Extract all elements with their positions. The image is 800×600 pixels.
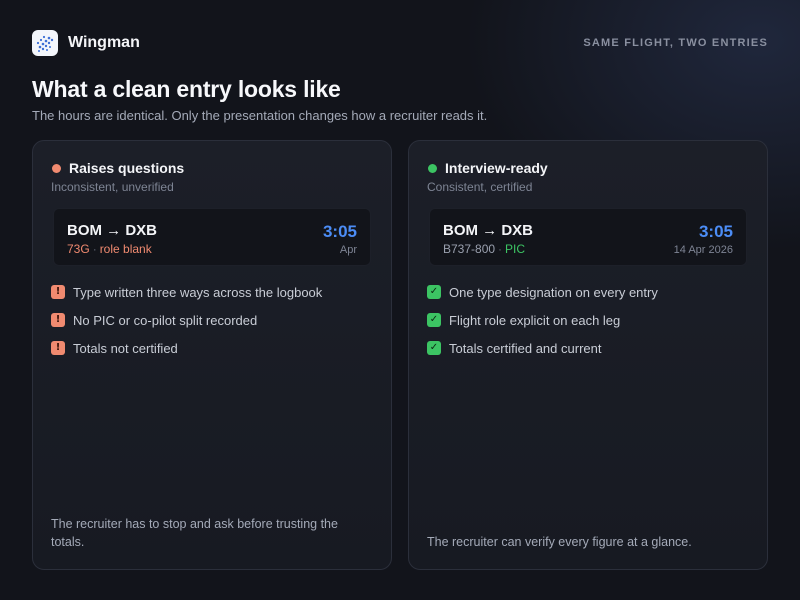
check-icon: ✓ (427, 285, 441, 299)
list-item-text: Totals certified and current (449, 341, 602, 356)
warning-icon: ! (51, 341, 65, 355)
card-title: Raises questions (69, 160, 185, 176)
entry-role: role blank (99, 242, 152, 256)
entry-time: 3:05 (322, 222, 357, 241)
status-dot-icon (428, 164, 437, 173)
header: Wingman SAME FLIGHT, TWO ENTRIES (32, 30, 768, 56)
logbook-entry: BOM → DXB 73G · role blank 3:05 Apr (53, 208, 371, 266)
list-item-text: One type designation on every entry (449, 285, 658, 300)
entry-date: Apr (339, 244, 357, 256)
app-name: Wingman (68, 34, 140, 51)
list-item-text: Totals not certified (73, 341, 178, 356)
list-item-text: Type written three ways across the logbo… (73, 285, 323, 300)
check-icon: ✓ (427, 341, 441, 355)
card-title: Interview-ready (445, 160, 548, 176)
wingman-logo-icon (32, 30, 58, 56)
card-interview-ready: Interview-ready Consistent, certified BO… (408, 140, 768, 570)
status-dot-icon (52, 164, 61, 173)
entry-type: 73G (67, 242, 90, 256)
entry-date: 14 Apr 2026 (673, 244, 733, 256)
list-item-text: No PIC or co-pilot split recorded (73, 313, 258, 328)
header-tagline: SAME FLIGHT, TWO ENTRIES (583, 37, 768, 49)
logbook-entry: BOM → DXB B737-800 · PIC 3:05 14 Apr 2026 (429, 208, 747, 266)
entry-route: BOM → DXB (443, 222, 533, 239)
list-item-text: Flight role explicit on each leg (449, 313, 621, 328)
warning-icon: ! (51, 313, 65, 327)
card-raises-questions: Raises questions Inconsistent, unverifie… (32, 140, 392, 570)
card-subtitle: Consistent, certified (427, 180, 533, 194)
entry-role: PIC (505, 242, 526, 256)
entry-route: BOM → DXB (67, 222, 157, 239)
entry-time: 3:05 (698, 222, 733, 241)
check-icon: ✓ (427, 313, 441, 327)
entry-meta: B737-800 · PIC (443, 242, 526, 256)
entry-type: B737-800 (443, 242, 496, 256)
warning-icon: ! (51, 285, 65, 299)
page-title: What a clean entry looks like (32, 76, 341, 102)
card-note: The recruiter can verify every figure at… (427, 535, 692, 549)
entry-meta: 73G · role blank (67, 242, 152, 256)
card-subtitle: Inconsistent, unverified (51, 180, 174, 194)
card-note: The recruiter has to stop and ask before… (51, 517, 338, 549)
page-subtitle: The hours are identical. Only the presen… (32, 108, 488, 123)
